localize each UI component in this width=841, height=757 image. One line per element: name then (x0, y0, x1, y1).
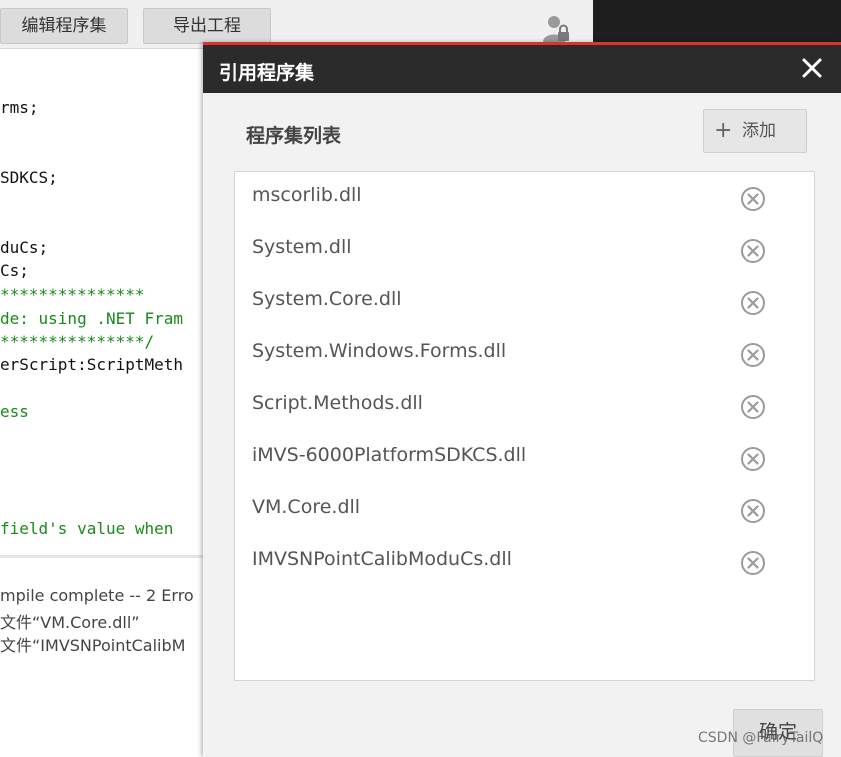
code-line: *************** (0, 285, 145, 304)
assembly-list-heading: 程序集列表 (246, 125, 342, 147)
add-assembly-button[interactable]: + 添加 (703, 109, 807, 153)
assembly-name: VM.Core.dll (252, 496, 361, 518)
code-line: ***************/ (0, 332, 155, 351)
assembly-list-item[interactable]: System.dll (235, 224, 814, 276)
remove-assembly-icon[interactable] (740, 290, 766, 316)
code-line: Cs; (0, 261, 29, 280)
assembly-list-item[interactable]: VM.Core.dll (235, 484, 814, 536)
remove-assembly-icon[interactable] (740, 446, 766, 472)
assembly-name: System.Core.dll (252, 288, 402, 310)
output-line: mpile complete -- 2 Erro (0, 586, 194, 605)
output-line: 文件“IMVSNPointCalibM (0, 636, 186, 655)
code-line: field's value when (0, 519, 174, 538)
remove-assembly-icon[interactable] (740, 238, 766, 264)
code-line: duCs; (0, 238, 49, 257)
plus-icon: + (714, 118, 733, 143)
assembly-list-item[interactable]: System.Windows.Forms.dll (235, 328, 814, 380)
assembly-name: System.Windows.Forms.dll (252, 340, 507, 362)
assembly-name: iMVS-6000PlatformSDKCS.dll (252, 444, 527, 466)
code-line: ess (0, 402, 29, 421)
assembly-list-item[interactable]: IMVSNPointCalibModuCs.dll (235, 536, 814, 588)
remove-assembly-icon[interactable] (740, 186, 766, 212)
assembly-list-item[interactable]: System.Core.dll (235, 276, 814, 328)
code-editor[interactable]: rms; SDKCS; duCs; Cs; *************** de: usi… (0, 50, 210, 555)
edit-assemblies-button[interactable]: 编辑程序集 (0, 8, 128, 44)
output-line: 文件“VM.Core.dll” (0, 613, 140, 632)
watermark: CSDN @FairyTailQ (698, 730, 824, 746)
assembly-name: Script.Methods.dll (252, 392, 423, 414)
reference-assemblies-dialog: 引用程序集 程序集列表 + 添加 mscorlib.dll System.dll S… (203, 42, 841, 757)
dialog-header: 引用程序集 (203, 45, 841, 93)
close-icon[interactable] (801, 57, 823, 79)
add-assembly-label: 添加 (742, 121, 776, 141)
export-project-button[interactable]: 导出工程 (143, 8, 271, 44)
code-line: erScript:ScriptMeth (0, 355, 184, 374)
assembly-name: IMVSNPointCalibModuCs.dll (252, 548, 512, 570)
dialog-title: 引用程序集 (219, 62, 315, 84)
code-line: SDKCS; (0, 168, 58, 187)
user-lock-icon[interactable] (540, 14, 572, 44)
remove-assembly-icon[interactable] (740, 550, 766, 576)
assembly-name: System.dll (252, 236, 352, 258)
assembly-list-item[interactable]: mscorlib.dll (235, 172, 814, 224)
code-line: de: using .NET Fram (0, 309, 184, 328)
assembly-list-item[interactable]: Script.Methods.dll (235, 380, 814, 432)
code-line: rms; (0, 98, 39, 117)
remove-assembly-icon[interactable] (740, 498, 766, 524)
assembly-list-item[interactable]: iMVS-6000PlatformSDKCS.dll (235, 432, 814, 484)
remove-assembly-icon[interactable] (740, 394, 766, 420)
window-titlebar-dark (593, 0, 841, 44)
assembly-name: mscorlib.dll (252, 184, 362, 206)
remove-assembly-icon[interactable] (740, 342, 766, 368)
assembly-list[interactable]: mscorlib.dll System.dll System.Core.dll Sys… (234, 171, 815, 681)
compile-output: mpile complete -- 2 Erro 文件“VM.Core.dll” 文… (0, 558, 210, 757)
